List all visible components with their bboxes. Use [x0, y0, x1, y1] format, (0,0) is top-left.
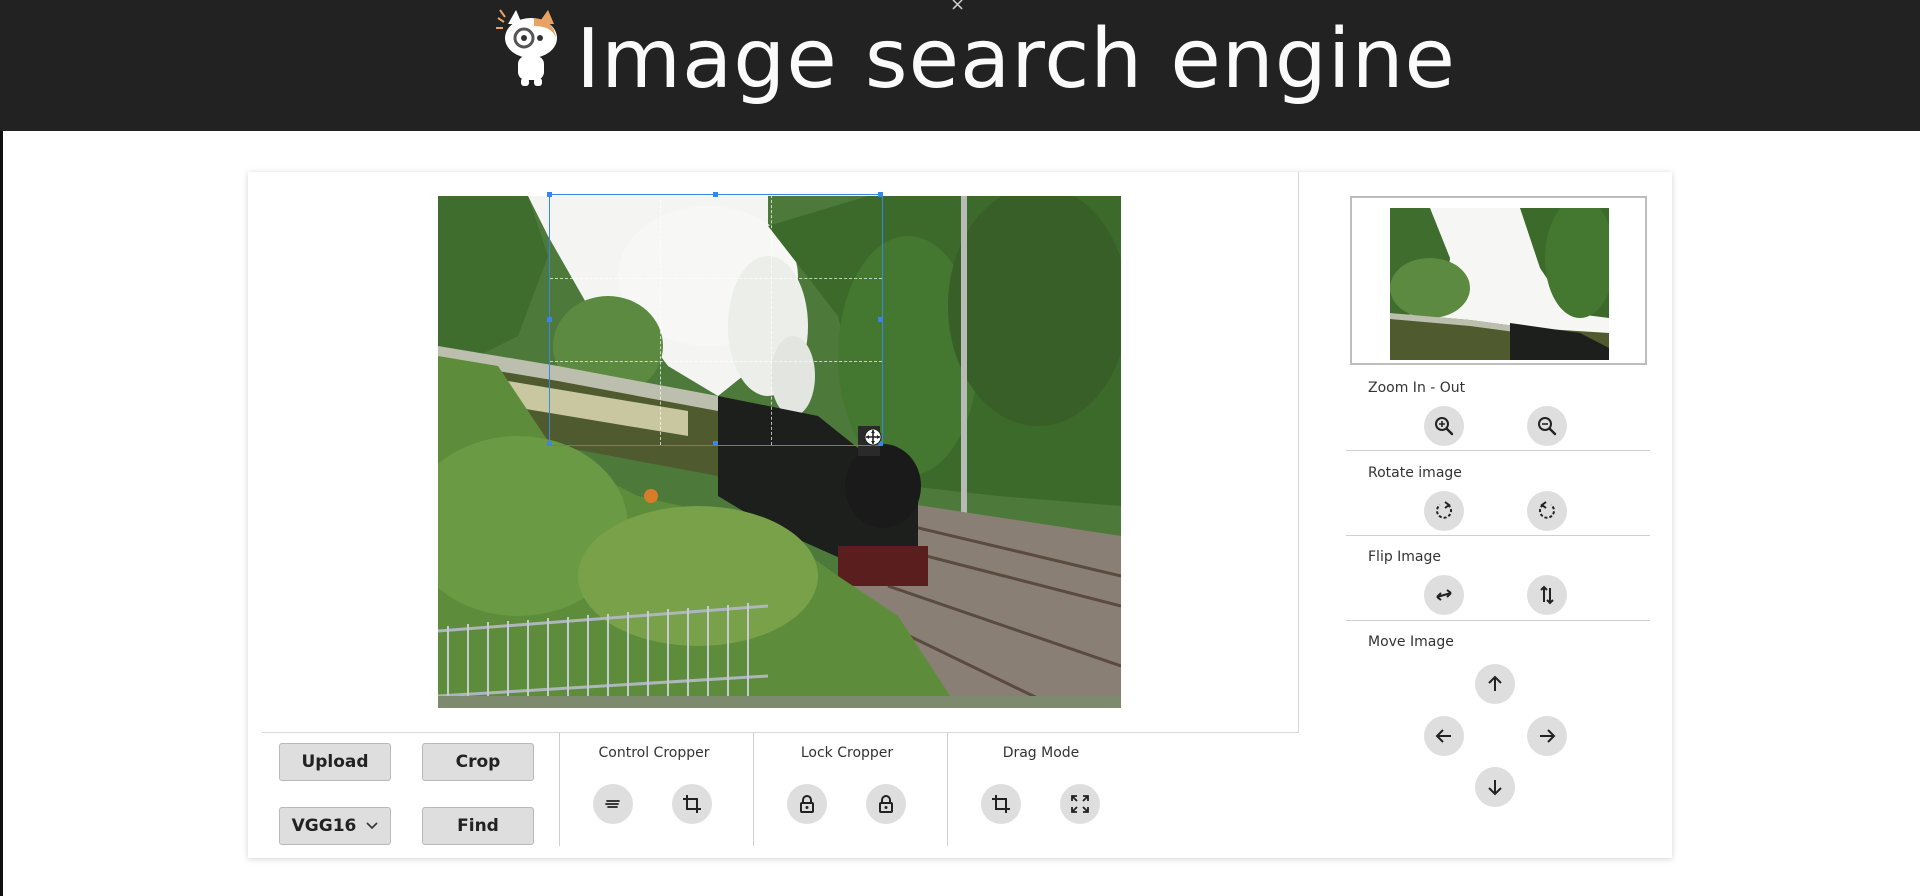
- zoom-in-button[interactable]: [1424, 406, 1464, 446]
- drag-mode-crop-button[interactable]: [981, 784, 1021, 824]
- rotate-right-icon: [1436, 501, 1452, 519]
- rotate-left-button[interactable]: [1527, 491, 1567, 531]
- divider: [753, 732, 754, 846]
- crop-handle[interactable]: [713, 441, 718, 446]
- move-label: Move Image: [1368, 634, 1454, 650]
- upload-button[interactable]: Upload: [279, 743, 391, 781]
- preview-panel: [1350, 196, 1647, 365]
- divider: [1346, 620, 1650, 621]
- arrow-up-icon: [1488, 675, 1502, 691]
- crop-handle[interactable]: [547, 192, 552, 197]
- crop-handle[interactable]: [547, 441, 552, 446]
- flip-horizontal-button[interactable]: [1424, 575, 1464, 615]
- move-left-button[interactable]: [1424, 716, 1464, 756]
- zoom-out-button[interactable]: [1527, 406, 1567, 446]
- drag-mode-label: Drag Mode: [1002, 745, 1080, 761]
- move-down-button[interactable]: [1475, 767, 1515, 807]
- crop-handle[interactable]: [878, 317, 883, 322]
- arrow-down-icon: [1488, 780, 1502, 796]
- lock-cropper-label: Lock Cropper: [800, 745, 894, 761]
- crop-handle[interactable]: [713, 192, 718, 197]
- window-edge: [0, 131, 3, 896]
- page-title: Image search engine: [576, 12, 1456, 107]
- model-select-value: VGG16: [291, 816, 357, 836]
- crop-button[interactable]: Crop: [422, 743, 534, 781]
- flip-vertical-button[interactable]: [1527, 575, 1567, 615]
- flip-vertical-icon: [1540, 585, 1554, 605]
- move-right-button[interactable]: [1527, 716, 1567, 756]
- crop-area-button[interactable]: [672, 784, 712, 824]
- divider: [947, 732, 948, 846]
- model-select[interactable]: VGG16: [279, 807, 391, 845]
- close-icon[interactable]: ×: [950, 0, 965, 15]
- cat-mascot-icon: [496, 9, 557, 86]
- arrow-right-icon: [1540, 729, 1556, 743]
- rotate-right-button[interactable]: [1424, 491, 1464, 531]
- unlock-cropper-button[interactable]: [866, 784, 906, 824]
- crop-icon: [683, 795, 701, 813]
- divider: [559, 732, 560, 846]
- flip-label: Flip Image: [1368, 549, 1442, 565]
- chevron-down-icon: [366, 822, 378, 830]
- lock-icon: [800, 795, 814, 813]
- zoom-out-icon: [1538, 417, 1557, 436]
- move-up-button[interactable]: [1475, 664, 1515, 704]
- control-cropper-label: Control Cropper: [598, 745, 710, 761]
- flip-horizontal-icon: [1436, 589, 1452, 601]
- crop-handle[interactable]: [547, 317, 552, 322]
- unlock-icon: [879, 795, 893, 813]
- zoom-in-icon: [1435, 417, 1454, 436]
- move-cursor-icon: [864, 428, 882, 446]
- clear-crop-button[interactable]: [593, 784, 633, 824]
- move-mode-icon: [1071, 795, 1089, 813]
- clear-crop-icon: [605, 800, 620, 808]
- crop-handle[interactable]: [878, 192, 883, 197]
- rotate-left-icon: [1539, 501, 1555, 519]
- crop-mode-icon: [992, 795, 1010, 813]
- app-header: Image search engine ×: [0, 0, 1920, 131]
- crop-selection[interactable]: [547, 192, 883, 446]
- lock-cropper-button[interactable]: [787, 784, 827, 824]
- arrow-left-icon: [1435, 729, 1451, 743]
- find-button[interactable]: Find: [422, 807, 534, 845]
- rotate-label: Rotate image: [1368, 465, 1462, 481]
- divider: [1346, 450, 1650, 451]
- divider: [1346, 535, 1650, 536]
- drag-mode-move-button[interactable]: [1060, 784, 1100, 824]
- zoom-label: Zoom In - Out: [1368, 380, 1466, 396]
- preview-image: [1390, 208, 1609, 360]
